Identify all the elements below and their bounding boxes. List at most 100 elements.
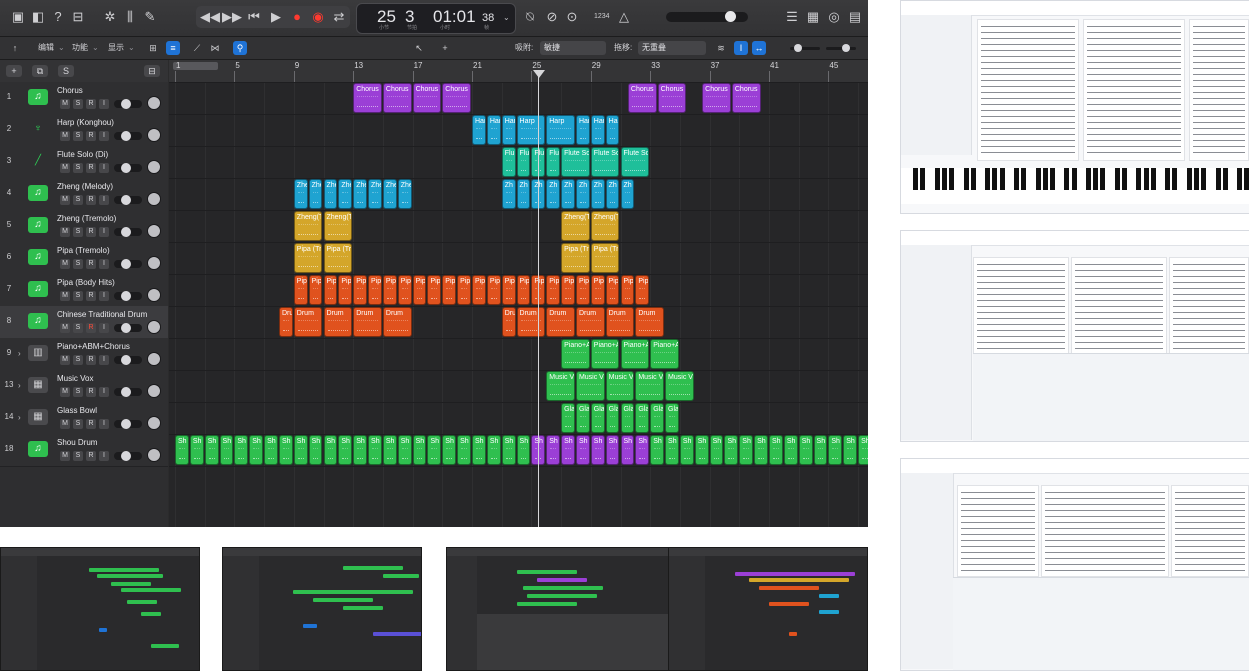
record-enable-button[interactable]: R xyxy=(86,163,96,173)
region[interactable]: Sh xyxy=(783,435,798,465)
input-monitor-button[interactable]: I xyxy=(99,387,109,397)
region[interactable]: Zheng(Tremolo) xyxy=(561,211,590,241)
region[interactable]: Flute So xyxy=(561,147,590,177)
region[interactable]: Sh xyxy=(353,435,368,465)
inspector-icon[interactable]: ◧ xyxy=(28,8,48,26)
pan-knob[interactable] xyxy=(147,128,161,142)
region[interactable]: Harp xyxy=(516,115,546,145)
region[interactable]: Chorus xyxy=(627,83,657,113)
region[interactable]: Gla xyxy=(605,403,620,433)
record-enable-button[interactable]: R xyxy=(86,259,96,269)
record-enable-button[interactable]: R xyxy=(86,291,96,301)
volume-knob[interactable] xyxy=(121,99,131,109)
solo-button[interactable]: S xyxy=(73,419,83,429)
solo-button[interactable]: S xyxy=(73,131,83,141)
region[interactable]: Pipa (Tremolo) xyxy=(561,243,590,273)
region[interactable]: Sh xyxy=(665,435,679,465)
input-monitor-button[interactable]: I xyxy=(99,451,109,461)
input-monitor-button[interactable]: I xyxy=(99,227,109,237)
region[interactable]: Sh xyxy=(397,435,412,465)
region[interactable]: Sh xyxy=(323,435,338,465)
region[interactable]: Drum xyxy=(575,307,605,337)
region[interactable]: Pip xyxy=(412,275,427,305)
region[interactable]: Sh xyxy=(412,435,427,465)
region[interactable]: Sh xyxy=(219,435,234,465)
region[interactable]: Pip xyxy=(457,275,471,305)
region[interactable]: Har xyxy=(486,115,501,145)
region[interactable]: Pip xyxy=(605,275,620,305)
track-name[interactable]: Harp (Konghou) xyxy=(57,118,114,127)
region[interactable]: Har xyxy=(590,115,605,145)
region[interactable]: Sh xyxy=(843,435,858,465)
solo-button[interactable]: S xyxy=(73,259,83,269)
track-header[interactable]: 13 › ▦ Music Vox M S R I xyxy=(0,370,168,403)
region[interactable]: Chorus xyxy=(702,83,731,113)
pan-knob[interactable] xyxy=(147,416,161,430)
track-header[interactable]: 4 ♫ Zheng (Melody) M S R I xyxy=(0,178,168,211)
input-monitor-button[interactable]: I xyxy=(99,419,109,429)
region[interactable]: Zh xyxy=(605,179,620,209)
region[interactable]: Drum xyxy=(278,307,293,337)
record-enable-button[interactable]: R xyxy=(86,195,96,205)
region[interactable]: Gla xyxy=(635,403,650,433)
record-enable-button[interactable]: R xyxy=(86,323,96,333)
solo-button[interactable]: S xyxy=(73,227,83,237)
region[interactable]: Zhe xyxy=(338,179,353,209)
region[interactable]: Sh xyxy=(501,435,516,465)
region[interactable]: Piano+A xyxy=(650,339,679,369)
volume-knob[interactable] xyxy=(121,451,131,461)
add-track-button[interactable]: + xyxy=(6,65,22,77)
region[interactable]: Flu xyxy=(501,147,516,177)
mute-button[interactable]: M xyxy=(60,163,70,173)
region[interactable]: Zhe xyxy=(323,179,338,209)
solo-button[interactable]: S xyxy=(73,99,83,109)
region[interactable]: Sh xyxy=(754,435,768,465)
record-enable-button[interactable]: R xyxy=(86,355,96,365)
region[interactable]: Gla xyxy=(561,403,575,433)
region[interactable]: Pip xyxy=(368,275,382,305)
region[interactable]: Pipa (Tremolo) xyxy=(323,243,353,273)
secondary-tool-icon[interactable]: + xyxy=(438,41,452,55)
mixer-icon[interactable]: ⫼ xyxy=(120,8,140,26)
region[interactable]: Drum xyxy=(501,307,516,337)
pan-knob[interactable] xyxy=(147,224,161,238)
region[interactable]: Music V xyxy=(575,371,605,401)
region[interactable]: Sh xyxy=(308,435,323,465)
bar-ruler[interactable]: 1 5 9 13 17 21 25 29 33 37 41 45 xyxy=(169,60,868,83)
track-name[interactable]: Chinese Traditional Drum xyxy=(57,310,147,319)
track-name[interactable]: Pipa (Tremolo) xyxy=(57,246,110,255)
volume-knob[interactable] xyxy=(121,291,131,301)
notepad-icon[interactable]: ▦ xyxy=(803,8,823,26)
zoom-knob[interactable] xyxy=(794,44,802,52)
pointer-tool-icon[interactable]: ↖ xyxy=(412,41,426,55)
mute-button[interactable]: M xyxy=(60,259,70,269)
chevron-right-icon[interactable]: › xyxy=(18,381,21,390)
edit-menu[interactable]: 编辑 xyxy=(38,41,54,55)
record-enable-button[interactable]: R xyxy=(86,227,96,237)
region[interactable]: Piano+A xyxy=(620,339,650,369)
vertical-zoom-icon[interactable]: I xyxy=(734,41,748,55)
track-header[interactable]: 14 › ▦ Glass Bowl M S R I xyxy=(0,402,168,435)
volume-knob[interactable] xyxy=(121,195,131,205)
region[interactable]: Pip xyxy=(575,275,590,305)
region[interactable]: Sh xyxy=(368,435,382,465)
region[interactable]: Flute So xyxy=(620,147,650,177)
lcd-display[interactable]: 25 3 01:01 38 小节 节拍 小时 帧 ⌄ xyxy=(356,3,516,34)
region[interactable]: Zhe xyxy=(397,179,412,209)
region[interactable]: Pip xyxy=(353,275,368,305)
track-name[interactable]: Flute Solo (Di) xyxy=(57,150,108,159)
region[interactable]: Flu xyxy=(546,147,561,177)
pan-knob[interactable] xyxy=(147,352,161,366)
region[interactable]: Sh xyxy=(769,435,783,465)
region[interactable]: Pip xyxy=(293,275,308,305)
track-header[interactable]: 18 ♫ Shou Drum M S R I xyxy=(0,434,168,467)
region[interactable]: Gla xyxy=(590,403,605,433)
track-header[interactable]: 8 ♫ Chinese Traditional Drum M S R I xyxy=(0,306,168,339)
region[interactable]: Sh xyxy=(709,435,724,465)
region[interactable]: Sh xyxy=(635,435,650,465)
region[interactable]: Sh xyxy=(249,435,264,465)
replace-record-icon[interactable]: ◉ xyxy=(308,8,328,26)
input-monitor-button[interactable]: I xyxy=(99,355,109,365)
arrange-area[interactable]: 1 5 9 13 17 21 25 29 33 37 41 45 Chorus Chorus Chorus… xyxy=(169,60,868,527)
input-monitor-button[interactable]: I xyxy=(99,131,109,141)
